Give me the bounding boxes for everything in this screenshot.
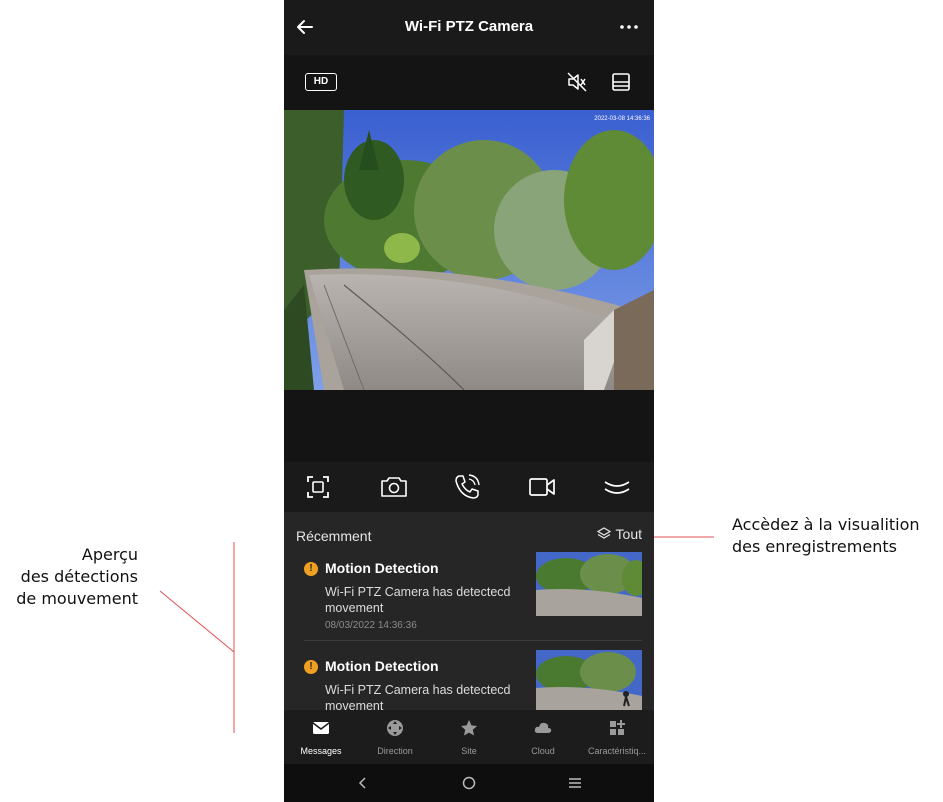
event-item[interactable]: ! Motion Detection Wi-Fi PTZ Camera has … [284,552,654,644]
annotation-left-line-2: des détections [20,567,138,586]
hd-quality-button[interactable]: HD [305,73,337,91]
event-message: Wi-Fi PTZ Camera has detectecd movement [325,683,511,710]
video-timestamp: 2022-03-08 14:36:36 [594,116,650,122]
warning-icon: ! [304,660,318,674]
screenshot-frame-icon[interactable] [301,470,335,504]
envelope-icon [312,722,330,734]
annotation-right-line-2: des enregistrements [732,537,897,556]
annotation-left-line-1: Aperçu [81,545,138,564]
tab-label: Messages [300,746,342,756]
speaker-muted-icon[interactable] [566,71,588,93]
star-icon [461,720,477,736]
player-controls [284,462,654,512]
nav-recents-icon[interactable] [564,772,586,794]
tab-direction[interactable]: Direction [358,710,432,764]
video-record-icon[interactable] [525,470,559,504]
tab-cloud[interactable]: Cloud [506,710,580,764]
joystick-icon [387,720,403,736]
warning-icon: ! [304,562,318,576]
player-toolbar: HD [284,55,654,110]
divider [304,640,642,641]
bottom-tab-bar: Messages Direction Site Cloud Caractéris… [284,710,654,764]
tab-site[interactable]: Site [432,710,506,764]
nav-back-icon[interactable] [352,772,374,794]
layers-icon [596,527,611,539]
camera-snapshot-icon[interactable] [377,470,411,504]
more-options-icon[interactable] [616,14,642,40]
page-title: Wi-Fi PTZ Camera [404,18,534,35]
tab-label: Caractéristiq... [587,746,647,756]
event-title: Motion Detection [325,560,439,576]
system-nav-bar [284,764,654,802]
event-thumbnail[interactable] [536,552,642,616]
event-thumbnail[interactable] [536,650,642,710]
event-item[interactable]: ! Motion Detection Wi-Fi PTZ Camera has … [284,650,654,710]
nav-home-icon[interactable] [458,772,480,794]
tab-messages[interactable]: Messages [284,710,358,764]
tab-features[interactable]: Caractéristiq... [580,710,654,764]
camera-image [284,110,654,390]
talk-phone-icon[interactable] [450,470,484,504]
tab-label: Cloud [531,746,555,756]
phone-screen: Wi-Fi PTZ Camera HD 2022-03-08 14:36:36 … [284,0,654,802]
annotation-left-line-3: de mouvement [16,589,138,608]
view-all-label: Tout [615,526,642,542]
event-time: 08/03/2022 14:36:36 [325,620,417,631]
live-video-feed[interactable]: 2022-03-08 14:36:36 [284,110,654,390]
collapse-chevron-icon[interactable] [600,470,634,504]
video-letterbox [284,390,654,462]
recent-events-panel: Récemment Tout ! Motion Detection Wi-Fi … [284,512,654,710]
app-bar: Wi-Fi PTZ Camera [284,0,654,55]
tab-label: Site [461,746,477,756]
annotation-right: Accèdez à la visualition des enregistrem… [732,514,942,558]
view-all-button[interactable]: Tout [596,526,642,542]
event-title: Motion Detection [325,658,439,674]
annotation-line-diagonal [159,590,235,653]
event-message: Wi-Fi PTZ Camera has detectecd movement [325,585,511,615]
grid-icon [610,720,625,735]
cloud-icon [534,722,552,733]
annotation-left: Aperçu des détections de mouvement [8,544,138,610]
annotation-right-line-1: Accèdez à la visualition [732,515,920,534]
tab-label: Direction [377,746,413,756]
recent-heading: Récemment [296,528,372,544]
layout-icon[interactable] [610,71,632,93]
